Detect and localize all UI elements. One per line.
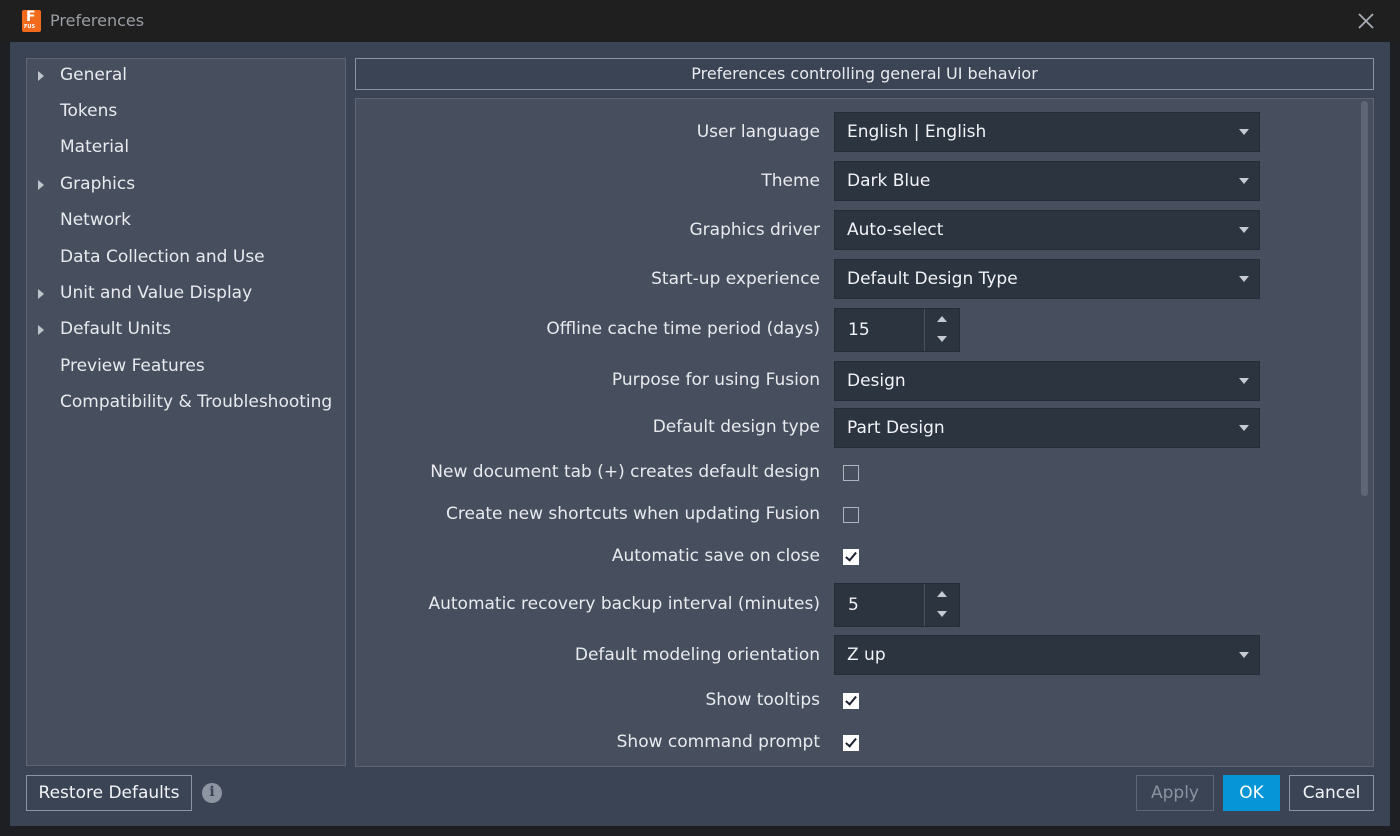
sidebar-item-label: Tokens	[60, 101, 118, 121]
offline-cache-value[interactable]: 15	[848, 320, 870, 340]
sidebar-item-compatibility[interactable]: Compatibility & Troubleshooting	[27, 388, 345, 420]
decrement-arrow-icon[interactable]	[937, 336, 947, 342]
increment-arrow-icon[interactable]	[937, 316, 947, 322]
chevron-down-icon	[1239, 276, 1249, 282]
sidebar-item-label: Graphics	[60, 174, 136, 194]
sidebar-item-tokens[interactable]: Tokens	[27, 97, 345, 129]
sidebar-item-label: Unit and Value Display	[60, 283, 253, 303]
startup-experience-value: Default Design Type	[847, 269, 1018, 289]
sidebar-item-label: Preview Features	[60, 356, 205, 376]
offline-cache-label: Offline cache time period (days)	[546, 319, 820, 339]
chevron-down-icon	[1239, 178, 1249, 184]
chevron-down-icon	[1239, 378, 1249, 384]
recovery-interval-label: Automatic recovery backup interval (minu…	[428, 594, 820, 614]
sidebar-item-label: General	[60, 65, 127, 85]
offline-cache-stepper[interactable]: 15	[834, 308, 960, 352]
restore-defaults-button[interactable]: Restore Defaults	[26, 775, 192, 811]
ok-button[interactable]: OK	[1223, 775, 1280, 811]
user-language-value: English | English	[847, 122, 987, 142]
sidebar-item-material[interactable]: Material	[27, 133, 345, 165]
chevron-down-icon	[1239, 129, 1249, 135]
tooltips-checkbox[interactable]	[843, 693, 859, 709]
preferences-dialog: General Tokens Material Graphics Network…	[10, 42, 1390, 826]
recovery-interval-stepper[interactable]: 5	[834, 583, 960, 627]
sidebar-item-label: Compatibility & Troubleshooting	[60, 392, 333, 412]
checkmark-icon	[845, 693, 857, 706]
startup-experience-label: Start-up experience	[651, 269, 820, 289]
graphics-driver-label: Graphics driver	[689, 220, 821, 240]
vertical-scrollbar[interactable]	[1361, 101, 1368, 496]
recovery-interval-value[interactable]: 5	[848, 595, 859, 615]
sidebar-item-data-collection[interactable]: Data Collection and Use	[27, 243, 345, 275]
new-doc-tab-checkbox[interactable]	[843, 465, 859, 481]
expand-arrow-icon[interactable]	[38, 325, 44, 335]
autosave-checkbox[interactable]	[843, 549, 859, 565]
design-type-label: Default design type	[652, 417, 820, 437]
app-badge-sub: FUS	[24, 24, 36, 30]
sidebar-item-preview-features[interactable]: Preview Features	[27, 352, 345, 384]
checkmark-icon	[845, 735, 857, 748]
graphics-driver-dropdown[interactable]: Auto-select	[834, 210, 1260, 250]
chevron-down-icon	[1239, 227, 1249, 233]
general-settings-panel: User language English | English Theme Da…	[355, 98, 1374, 767]
sidebar-item-label: Default Units	[60, 319, 171, 339]
user-language-label: User language	[696, 122, 820, 142]
fusion-app-icon: F FUS	[22, 9, 41, 32]
app-badge-letter: F	[26, 9, 36, 25]
apply-button[interactable]: Apply	[1136, 775, 1214, 811]
design-type-value: Part Design	[847, 418, 945, 438]
user-language-dropdown[interactable]: English | English	[834, 112, 1260, 152]
orientation-label: Default modeling orientation	[574, 645, 820, 665]
panel-header-text: Preferences controlling general UI behav…	[691, 64, 1038, 83]
theme-dropdown[interactable]: Dark Blue	[834, 161, 1260, 201]
restore-defaults-label: Restore Defaults	[38, 783, 180, 803]
expand-arrow-icon[interactable]	[38, 180, 44, 190]
command-prompt-checkbox[interactable]	[843, 735, 859, 751]
info-glyph: i	[209, 784, 215, 800]
sidebar-item-default-units[interactable]: Default Units	[27, 315, 345, 347]
orientation-dropdown[interactable]: Z up	[834, 635, 1260, 675]
shortcuts-checkbox[interactable]	[843, 507, 859, 523]
tooltips-label: Show tooltips	[705, 690, 820, 710]
stepper-divider	[924, 584, 925, 626]
expand-arrow-icon[interactable]	[38, 71, 44, 81]
command-prompt-label: Show command prompt	[616, 732, 820, 752]
shortcuts-label: Create new shortcuts when updating Fusio…	[446, 504, 820, 524]
checkmark-icon	[845, 549, 857, 562]
purpose-dropdown[interactable]: Design	[834, 361, 1260, 401]
sidebar-item-label: Network	[60, 210, 131, 230]
info-icon[interactable]: i	[202, 783, 222, 803]
sidebar-item-general[interactable]: General	[27, 61, 345, 93]
sidebar-item-label: Data Collection and Use	[60, 247, 265, 267]
design-type-dropdown[interactable]: Part Design	[834, 408, 1260, 448]
expand-arrow-icon[interactable]	[38, 289, 44, 299]
purpose-value: Design	[847, 371, 906, 391]
decrement-arrow-icon[interactable]	[937, 611, 947, 617]
apply-label: Apply	[1151, 783, 1199, 803]
theme-label: Theme	[761, 171, 820, 191]
sidebar-item-label: Material	[60, 137, 130, 157]
window-title: Preferences	[50, 11, 145, 30]
preferences-sidebar: General Tokens Material Graphics Network…	[26, 58, 346, 766]
sidebar-item-network[interactable]: Network	[27, 206, 345, 238]
theme-value: Dark Blue	[847, 171, 931, 191]
chevron-down-icon	[1239, 425, 1249, 431]
cancel-label: Cancel	[1302, 783, 1361, 803]
graphics-driver-value: Auto-select	[847, 220, 944, 240]
ok-label: OK	[1239, 783, 1264, 803]
startup-experience-dropdown[interactable]: Default Design Type	[834, 259, 1260, 299]
stepper-divider	[924, 309, 925, 351]
panel-header: Preferences controlling general UI behav…	[355, 58, 1374, 90]
purpose-label: Purpose for using Fusion	[611, 370, 820, 390]
orientation-value: Z up	[847, 645, 886, 665]
cancel-button[interactable]: Cancel	[1289, 775, 1374, 811]
increment-arrow-icon[interactable]	[937, 591, 947, 597]
autosave-label: Automatic save on close	[611, 546, 820, 566]
title-bar: F FUS Preferences	[0, 0, 1400, 42]
sidebar-item-graphics[interactable]: Graphics	[27, 170, 345, 202]
new-doc-tab-label: New document tab (+) creates default des…	[430, 462, 820, 482]
sidebar-item-unit-value-display[interactable]: Unit and Value Display	[27, 279, 345, 311]
chevron-down-icon	[1239, 652, 1249, 658]
close-icon[interactable]	[1352, 7, 1380, 35]
